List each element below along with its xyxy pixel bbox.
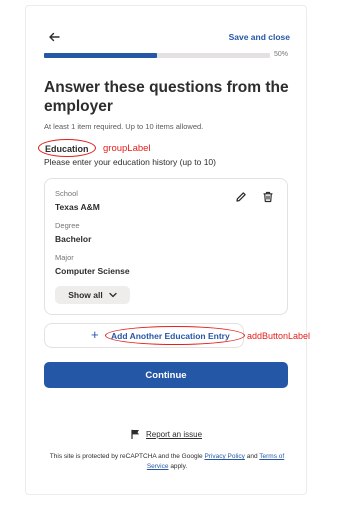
show-all-label: Show all: [68, 290, 103, 300]
school-label: School: [55, 189, 78, 198]
show-all-button[interactable]: Show all: [55, 286, 130, 304]
page-title: Answer these questions from the employer: [44, 79, 289, 115]
top-bar: Save and close: [44, 28, 290, 48]
degree-label: Degree: [55, 221, 80, 230]
plus-icon: +: [91, 327, 99, 342]
annotation-ellipse-add-button: [105, 326, 245, 345]
annotation-group-label: groupLabel: [103, 143, 151, 154]
trash-icon[interactable]: [262, 191, 274, 203]
school-value: Texas A&M: [55, 202, 100, 212]
education-entry-card: School Texas A&M Degree Bachelor Major C…: [44, 178, 288, 315]
degree-value: Bachelor: [55, 234, 92, 244]
continue-button[interactable]: Continue: [44, 362, 288, 388]
recaptcha-notice: This site is protected by reCAPTCHA and …: [48, 452, 286, 471]
recaptcha-and: and: [246, 453, 258, 460]
progress-bar-fill: [44, 53, 157, 58]
major-label: Major: [55, 253, 74, 262]
progress-label: 50%: [274, 51, 289, 58]
report-issue-label: Report an issue: [146, 429, 203, 439]
progress-bar: [44, 53, 270, 58]
save-and-close-link[interactable]: Save and close: [229, 32, 290, 42]
recaptcha-suffix: apply.: [170, 462, 188, 470]
report-issue-link[interactable]: Report an issue: [131, 429, 202, 439]
annotation-ellipse-group-label: [38, 139, 96, 157]
group-description: Please enter your education history (up …: [44, 157, 216, 167]
recaptcha-prefix: This site is protected by reCAPTCHA and …: [49, 453, 203, 460]
pencil-icon[interactable]: [235, 191, 247, 203]
item-count-hint: At least 1 item required. Up to 10 items…: [44, 122, 204, 131]
privacy-policy-link[interactable]: Privacy Policy: [204, 453, 244, 460]
major-value: Computer Sciense: [55, 266, 130, 276]
chevron-down-icon: [109, 292, 117, 298]
flag-icon: [131, 429, 139, 439]
annotation-add-button-label: addButtonLabel: [247, 331, 311, 341]
arrow-left-icon[interactable]: [47, 30, 61, 44]
